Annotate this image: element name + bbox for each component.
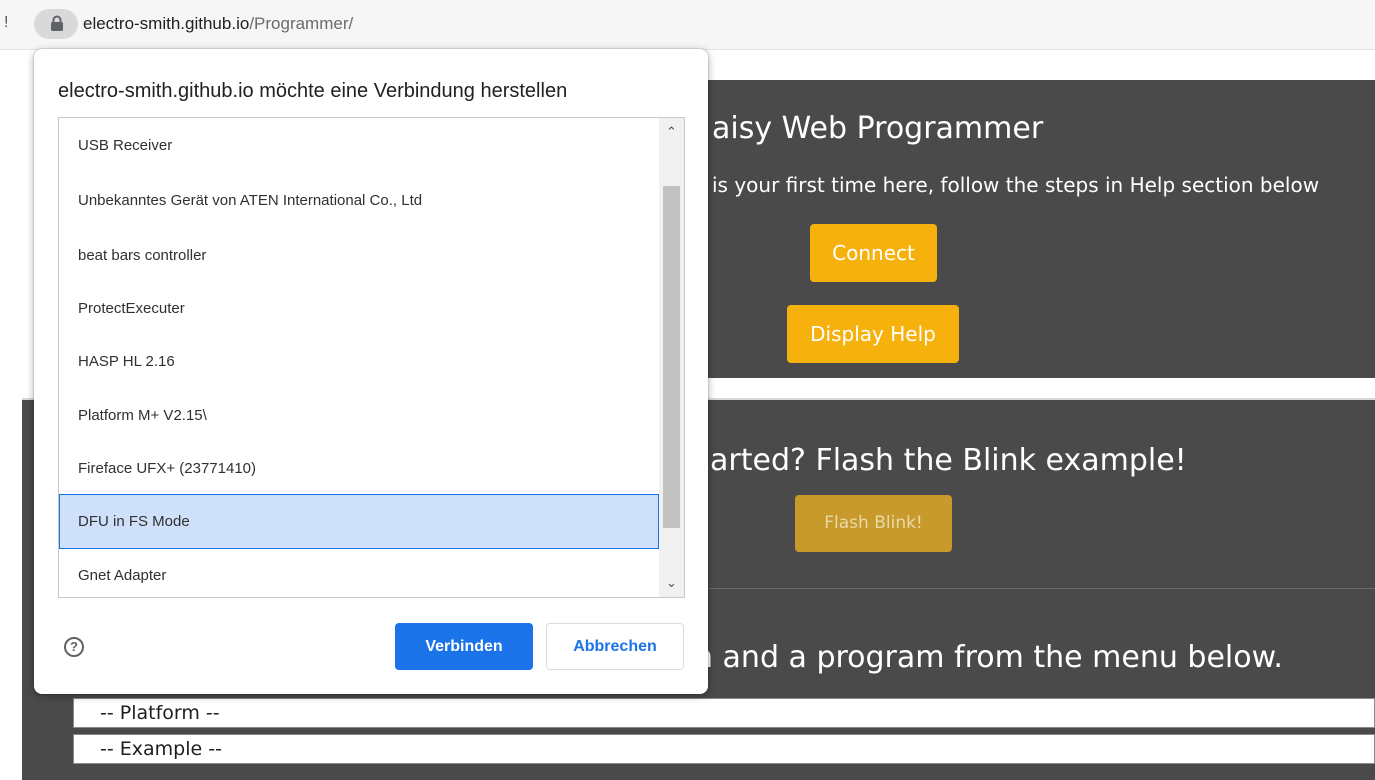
device-item-selected[interactable]: DFU in FS Mode [59,494,659,549]
scroll-thumb[interactable] [663,186,680,528]
example-select[interactable]: -- Example -- [73,734,1375,764]
device-item[interactable]: Fireface UFX+ (23771410) [59,441,659,496]
device-list: USB Receiver Unbekanntes Gerät von ATEN … [58,117,685,598]
device-item[interactable]: USB Receiver [59,118,659,173]
device-item[interactable]: ProtectExecuter [59,281,659,336]
address-bar-edge-mark: ! [4,14,9,31]
url-domain: electro-smith.github.io [83,14,250,33]
lock-icon [51,15,63,31]
page-title: aisy Web Programmer [712,111,1044,146]
device-item[interactable]: beat bars controller [59,228,659,283]
connect-button[interactable]: Connect [810,224,937,282]
panel-divider [640,588,1375,589]
device-item[interactable]: Unbekanntes Gerät von ATEN International… [59,173,659,228]
url-field[interactable]: electro-smith.github.io/Programmer/ [83,14,353,34]
address-bar: ! electro-smith.github.io/Programmer/ [0,0,1375,50]
dialog-title: electro-smith.github.io möchte eine Verb… [58,80,568,102]
device-chooser-dialog: electro-smith.github.io möchte eine Verb… [34,49,708,694]
url-path: /Programmer/ [249,14,354,33]
display-help-button[interactable]: Display Help [787,305,959,363]
verbinden-button[interactable]: Verbinden [395,623,533,670]
device-item[interactable]: Platform M+ V2.15\ [59,388,659,443]
flash-heading: arted? Flash the Blink example! [710,443,1187,478]
abbrechen-button[interactable]: Abbrechen [546,623,684,670]
scroll-up-icon[interactable]: ⌃ [659,122,684,142]
first-time-text: is your first time here, follow the step… [712,173,1320,197]
select-instruction: n and a program from the menu below. [694,640,1283,675]
device-list-scrollbar[interactable]: ⌃ ⌄ [659,118,684,597]
scroll-down-icon[interactable]: ⌄ [659,573,684,593]
flash-blink-button[interactable]: Flash Blink! [795,495,952,552]
help-icon[interactable]: ? [64,637,84,657]
platform-select[interactable]: -- Platform -- [73,698,1375,728]
device-item[interactable]: Gnet Adapter [59,548,659,597]
device-item[interactable]: HASP HL 2.16 [59,334,659,389]
